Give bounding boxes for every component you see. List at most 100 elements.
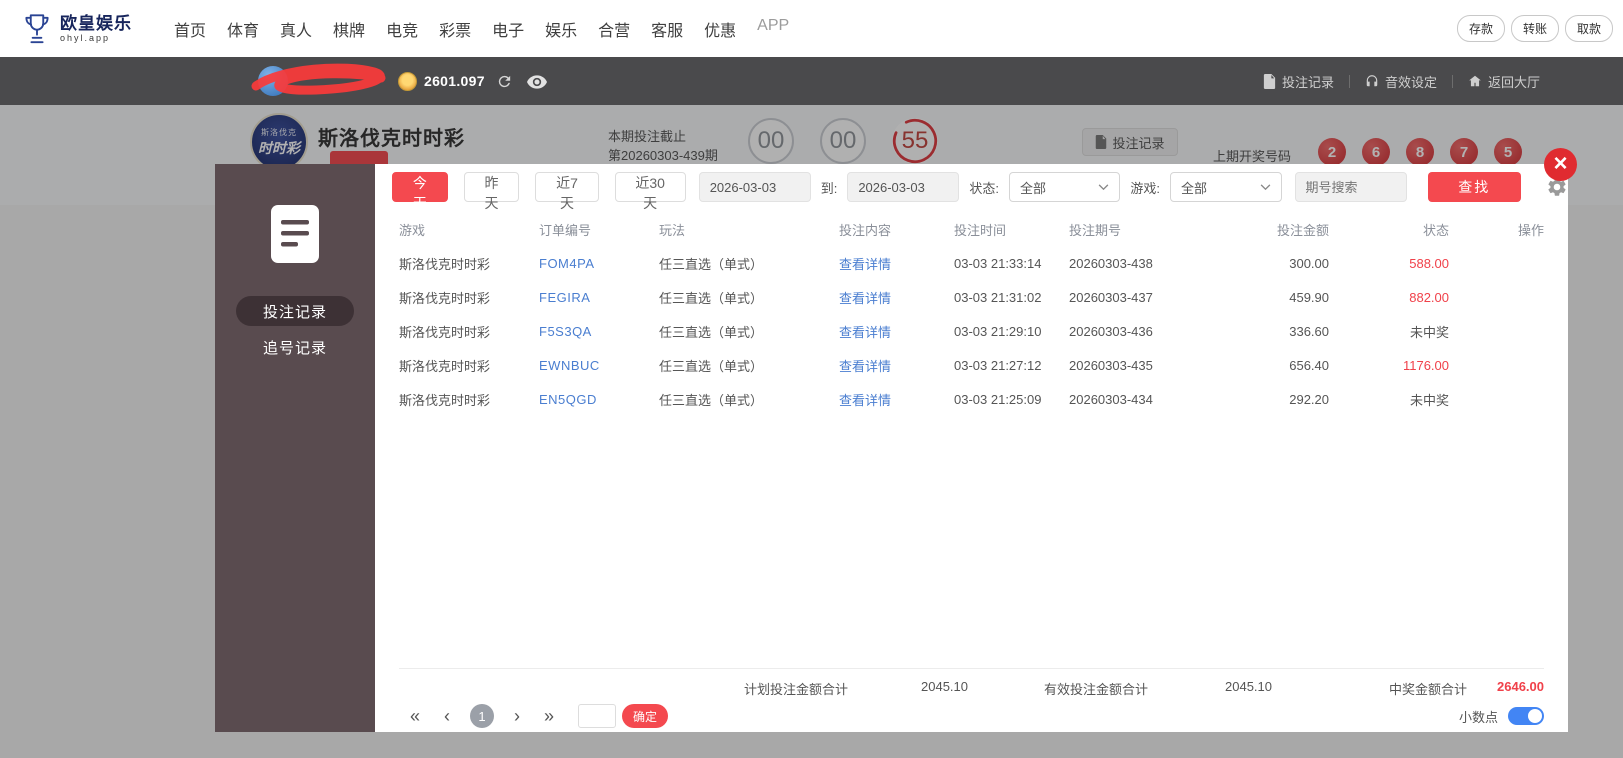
withdraw-button[interactable]: 取款 — [1564, 15, 1613, 42]
sound-settings-link[interactable]: 音效设定 — [1365, 72, 1437, 91]
redaction-scribble — [251, 63, 386, 95]
view-details-link[interactable]: 查看详情 — [839, 356, 954, 375]
nav-item-lottery[interactable]: 彩票 — [439, 17, 471, 41]
cell-bet-time: 03-03 21:29:10 — [954, 323, 1042, 339]
nav-item-partnership[interactable]: 合营 — [598, 17, 630, 41]
close-icon: × — [1553, 149, 1568, 177]
nav-item-esports[interactable]: 电竞 — [386, 17, 418, 41]
current-page-button[interactable]: 1 — [470, 704, 494, 728]
quick-filter-last-7-days[interactable]: 近7天 — [535, 172, 599, 211]
table-row: 斯洛伐克时时彩 FEGIRA 任三直选（单式） 查看详情 03-03 21:31… — [375, 280, 1568, 314]
table-header-row: 游戏 订单编号 玩法 投注内容 投注时间 投注期号 投注金额 状态 操作 — [375, 212, 1568, 246]
bet-records-label: 投注记录 — [1281, 74, 1334, 90]
cell-game: 斯洛伐克时时彩 — [399, 392, 491, 408]
bet-records-modal: 投注记录追号记录 × 今天昨天近7天近30天 到: 状态: 全部 游戏: 全部 — [215, 148, 1577, 732]
cell-game: 斯洛伐克时时彩 — [399, 256, 491, 272]
cell-status: 未中奖 — [1409, 392, 1449, 408]
quick-filter-today[interactable]: 今天 — [392, 172, 448, 211]
column-header-2: 玩法 — [659, 222, 686, 238]
order-number-link[interactable]: EN5QGD — [539, 392, 659, 407]
column-header-6: 投注金额 — [1276, 222, 1329, 238]
cell-period: 20260303-434 — [1069, 391, 1153, 407]
order-number-link[interactable]: EWNBUC — [539, 358, 659, 373]
table-body: 斯洛伐克时时彩 FOM4PA 任三直选（单式） 查看详情 03-03 21:33… — [375, 246, 1568, 416]
date-from-input[interactable] — [698, 172, 811, 202]
nav-item-live[interactable]: 真人 — [280, 17, 312, 41]
cell-amount: 292.20 — [1289, 391, 1329, 407]
game-label: 游戏: — [1130, 180, 1161, 196]
last-page-button[interactable]: » — [540, 704, 558, 728]
nav-item-sports[interactable]: 体育 — [227, 17, 259, 41]
period-search-input[interactable] — [1294, 172, 1407, 202]
page-jump-input[interactable] — [578, 704, 616, 728]
cell-period: 20260303-435 — [1069, 357, 1153, 373]
view-details-link[interactable]: 查看详情 — [839, 390, 954, 409]
sidebar-item-chase-records[interactable]: 追号记录 — [236, 332, 354, 362]
search-button[interactable]: 查找 — [1427, 172, 1521, 202]
refresh-balance-icon[interactable] — [496, 73, 513, 90]
to-label: 到: — [820, 180, 838, 196]
sidebar-item-bet-records[interactable]: 投注记录 — [236, 296, 354, 326]
next-page-button[interactable]: › — [508, 704, 526, 728]
planned-total-label: 计划投注金额合计 — [744, 682, 849, 697]
column-header-3: 投注内容 — [839, 222, 892, 238]
cell-bet-time: 03-03 21:27:12 — [954, 357, 1042, 373]
deposit-button[interactable]: 存款 — [1456, 15, 1505, 42]
nav-item-promotions[interactable]: 优惠 — [704, 17, 736, 41]
quick-filter-yesterday[interactable]: 昨天 — [463, 172, 520, 211]
nav-item-entertainment[interactable]: 娱乐 — [545, 17, 577, 41]
main-nav: 首页 体育 真人 棋牌 电竞 彩票 电子 娱乐 合营 客服 优惠 APP — [174, 17, 789, 41]
date-to-input[interactable] — [847, 172, 960, 202]
nav-item-app[interactable]: APP — [757, 17, 789, 41]
status-select[interactable]: 全部 — [1008, 172, 1121, 202]
column-header-5: 投注期号 — [1069, 222, 1122, 238]
document-icon — [270, 204, 320, 264]
cell-status: 1176.00 — [1402, 357, 1449, 373]
first-page-button[interactable]: « — [406, 704, 424, 728]
game-select[interactable]: 全部 — [1170, 172, 1282, 202]
column-header-8: 操作 — [1517, 222, 1544, 238]
divider — [1348, 74, 1350, 88]
nav-item-board-games[interactable]: 棋牌 — [333, 17, 365, 41]
balance-amount: 2601.097 — [424, 73, 485, 89]
nav-item-home[interactable]: 首页 — [174, 17, 206, 41]
brand-title: 欧皇娱乐 — [60, 13, 132, 33]
cell-game: 斯洛伐克时时彩 — [399, 290, 491, 306]
cell-bet-time: 03-03 21:33:14 — [954, 255, 1042, 271]
prev-page-button[interactable]: ‹ — [438, 704, 456, 728]
sound-settings-label: 音效设定 — [1384, 74, 1437, 90]
nav-item-support[interactable]: 客服 — [651, 17, 683, 41]
decimal-toggle[interactable] — [1508, 707, 1544, 725]
view-details-link[interactable]: 查看详情 — [839, 288, 954, 307]
cell-bet-time: 03-03 21:31:02 — [954, 289, 1042, 305]
quick-filter-last-30-days[interactable]: 近30天 — [614, 172, 686, 211]
nav-item-slots[interactable]: 电子 — [492, 17, 524, 41]
return-lobby-link[interactable]: 返回大厅 — [1468, 72, 1540, 91]
brand-logo[interactable]: 欧皇娱乐 ohyl.app — [22, 12, 132, 46]
bet-records-link[interactable]: 投注记录 — [1263, 72, 1334, 91]
screen: 欧皇娱乐 ohyl.app 首页 体育 真人 棋牌 电竞 彩票 电子 娱乐 合营 客服 优惠 APP … — [0, 0, 1623, 758]
cell-amount: 459.90 — [1289, 289, 1329, 305]
order-number-link[interactable]: FOM4PA — [539, 256, 659, 271]
cell-amount: 300.00 — [1289, 255, 1329, 271]
column-header-4: 投注时间 — [954, 222, 1007, 238]
eye-icon[interactable] — [527, 75, 547, 89]
cell-status: 588.00 — [1409, 255, 1449, 271]
confirm-page-button[interactable]: 确定 — [622, 704, 668, 728]
cell-status: 882.00 — [1409, 289, 1449, 305]
trophy-icon — [22, 12, 52, 46]
close-button[interactable]: × — [1544, 148, 1577, 181]
view-details-link[interactable]: 查看详情 — [839, 254, 954, 273]
status-select-value: 全部 — [1019, 180, 1046, 196]
user-bar: 2601.097 投注记录 音效设定 返回大厅 — [0, 57, 1623, 105]
cell-status: 未中奖 — [1409, 324, 1449, 340]
planned-total-value: 2045.10 — [921, 679, 968, 694]
transfer-button[interactable]: 转账 — [1510, 15, 1559, 42]
order-number-link[interactable]: FEGIRA — [539, 290, 659, 305]
decimal-toggle-group: 小数点 — [1459, 707, 1544, 726]
view-details-link[interactable]: 查看详情 — [839, 322, 954, 341]
order-number-link[interactable]: F5S3QA — [539, 324, 659, 339]
cell-period: 20260303-438 — [1069, 255, 1153, 271]
win-total-label: 中奖金额合计 — [1389, 682, 1468, 697]
headphones-icon — [1366, 75, 1378, 87]
